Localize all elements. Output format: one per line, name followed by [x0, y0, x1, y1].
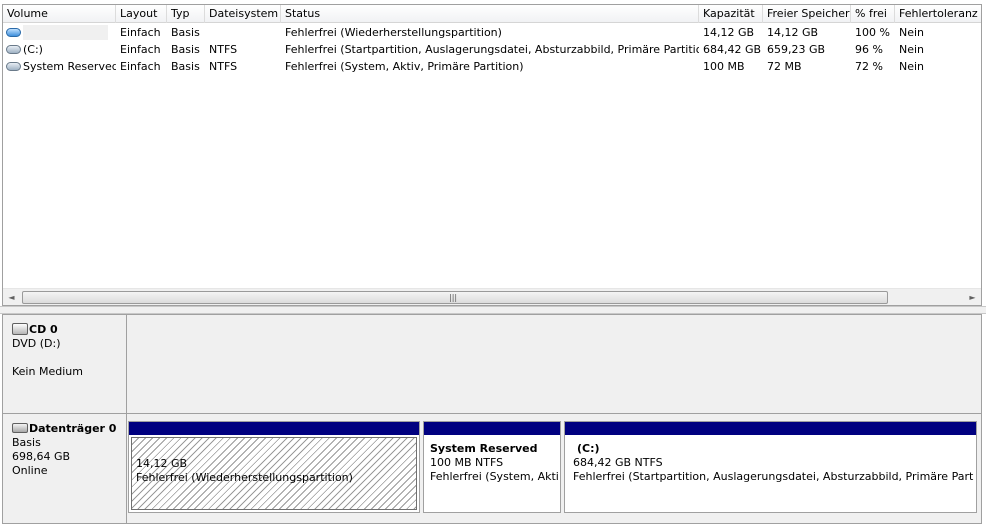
hard-disk-icon — [12, 423, 28, 433]
disk-title: Datenträger 0 — [29, 422, 117, 435]
table-row[interactable]: Einfach Basis Fehlerfrei (Wiederherstell… — [3, 24, 981, 41]
scroll-left-icon[interactable]: ◄ — [3, 289, 20, 305]
column-header: Volume Layout Typ Dateisystem Status Kap… — [3, 5, 981, 23]
cell-fehlertoleranz: Nein — [899, 26, 925, 39]
column-header-kapazitaet[interactable]: Kapazität — [699, 5, 763, 23]
partition-name: (C:) — [577, 442, 600, 455]
cell-prozent-frei: 96 % — [855, 43, 883, 56]
scroll-right-icon[interactable]: ► — [964, 289, 981, 305]
disk-type: DVD (D:) — [12, 337, 61, 350]
cell-dateisystem: NTFS — [209, 43, 238, 56]
disk-size: 698,64 GB — [12, 450, 71, 463]
column-header-typ[interactable]: Typ — [167, 5, 205, 23]
cell-typ: Basis — [171, 60, 200, 73]
column-header-fehlertoleranz[interactable]: Fehlertoleranz — [895, 5, 981, 23]
column-header-dateisystem[interactable]: Dateisystem — [205, 5, 281, 23]
table-row[interactable]: (C:) Einfach Basis NTFS Fehlerfrei (Star… — [3, 41, 981, 58]
partition-status: Fehlerfrei (Wiederherstellungspartition) — [136, 471, 353, 484]
column-header-volume[interactable]: Volume — [3, 5, 116, 23]
column-header-layout[interactable]: Layout — [116, 5, 167, 23]
pane-splitter[interactable] — [0, 306, 986, 314]
disk-state: Kein Medium — [12, 365, 83, 378]
disk-title: CD 0 — [29, 323, 58, 336]
cd-empty-area — [128, 315, 981, 413]
scrollbar-grip-icon: ||| — [449, 293, 458, 302]
cell-status: Fehlerfrei (System, Aktiv, Primäre Parti… — [285, 60, 524, 73]
cell-volume: (C:) — [23, 43, 43, 56]
partition-size: 14,12 GB — [136, 457, 188, 470]
cell-freier-speicher: 14,12 GB — [767, 26, 819, 39]
cell-typ: Basis — [171, 26, 200, 39]
cell-freier-speicher: 659,23 GB — [767, 43, 826, 56]
cell-volume — [3, 24, 116, 41]
partition-bar — [424, 422, 560, 435]
cell-freier-speicher: 72 MB — [767, 60, 802, 73]
column-header-freier-speicher[interactable]: Freier Speicher — [763, 5, 851, 23]
partition-body: (C:) 684,42 GB NTFS Fehlerfrei (Startpar… — [567, 437, 974, 510]
disk-type: Basis — [12, 436, 41, 449]
partition-system-reserved[interactable]: System Reserved 100 MB NTFS Fehlerfrei (… — [423, 421, 561, 513]
table-row[interactable]: System Reserved Einfach Basis NTFS Fehle… — [3, 58, 981, 75]
cell-prozent-frei: 72 % — [855, 60, 883, 73]
cell-dateisystem: NTFS — [209, 60, 238, 73]
partition-recovery[interactable]: 14,12 GB Fehlerfrei (Wiederherstellungsp… — [128, 421, 420, 513]
cell-layout: Einfach — [120, 26, 161, 39]
cell-fehlertoleranz: Nein — [899, 43, 925, 56]
disk-label-disk0[interactable]: Datenträger 0 Basis 698,64 GB Online — [3, 414, 127, 523]
partition-bar — [565, 422, 976, 435]
volume-list-view[interactable]: Volume Layout Typ Dateisystem Status Kap… — [2, 4, 982, 306]
column-header-prozent-frei[interactable]: % frei — [851, 5, 895, 23]
cell-status: Fehlerfrei (Startpartition, Auslagerungs… — [285, 43, 699, 56]
cell-dateisystem — [205, 24, 281, 41]
disk-label-cd0[interactable]: CD 0 DVD (D:) Kein Medium — [3, 315, 127, 413]
partition-status: Fehlerfrei (System, Aktiv, Primäre Parti… — [430, 470, 558, 483]
cell-kapazitaet: 684,42 GB — [703, 43, 762, 56]
column-header-status[interactable]: Status — [281, 5, 699, 23]
partition-body: System Reserved 100 MB NTFS Fehlerfrei (… — [426, 437, 558, 510]
row-divider — [3, 413, 981, 414]
cell-fehlertoleranz: Nein — [899, 60, 925, 73]
partition-name — [136, 443, 416, 457]
partition-c[interactable]: (C:) 684,42 GB NTFS Fehlerfrei (Startpar… — [564, 421, 977, 513]
cell-layout: Einfach — [120, 43, 161, 56]
partition-body: 14,12 GB Fehlerfrei (Wiederherstellungsp… — [131, 437, 417, 510]
partition-status: Fehlerfrei (Startpartition, Auslagerungs… — [573, 470, 974, 483]
cell-status: Fehlerfrei (Wiederherstellungspartition) — [285, 26, 502, 39]
scrollbar-thumb[interactable]: ||| — [22, 291, 888, 304]
partition-size: 684,42 GB NTFS — [573, 456, 663, 469]
partition-bar — [129, 422, 419, 435]
disk-graphical-view[interactable]: CD 0 DVD (D:) Kein Medium Datenträger 0 … — [2, 314, 982, 524]
cell-volume: System Reserved — [23, 60, 116, 73]
cell-kapazitaet: 14,12 GB — [703, 26, 755, 39]
cell-typ: Basis — [171, 43, 200, 56]
partition-size: 100 MB NTFS — [430, 456, 504, 469]
cell-layout: Einfach — [120, 60, 161, 73]
horizontal-scrollbar[interactable]: ◄ ||| ► — [3, 288, 981, 305]
cell-prozent-frei: 100 % — [855, 26, 890, 39]
cell-kapazitaet: 100 MB — [703, 60, 745, 73]
cd-drive-icon — [12, 323, 28, 335]
partition-name: System Reserved — [430, 442, 538, 455]
disk-state: Online — [12, 464, 48, 477]
